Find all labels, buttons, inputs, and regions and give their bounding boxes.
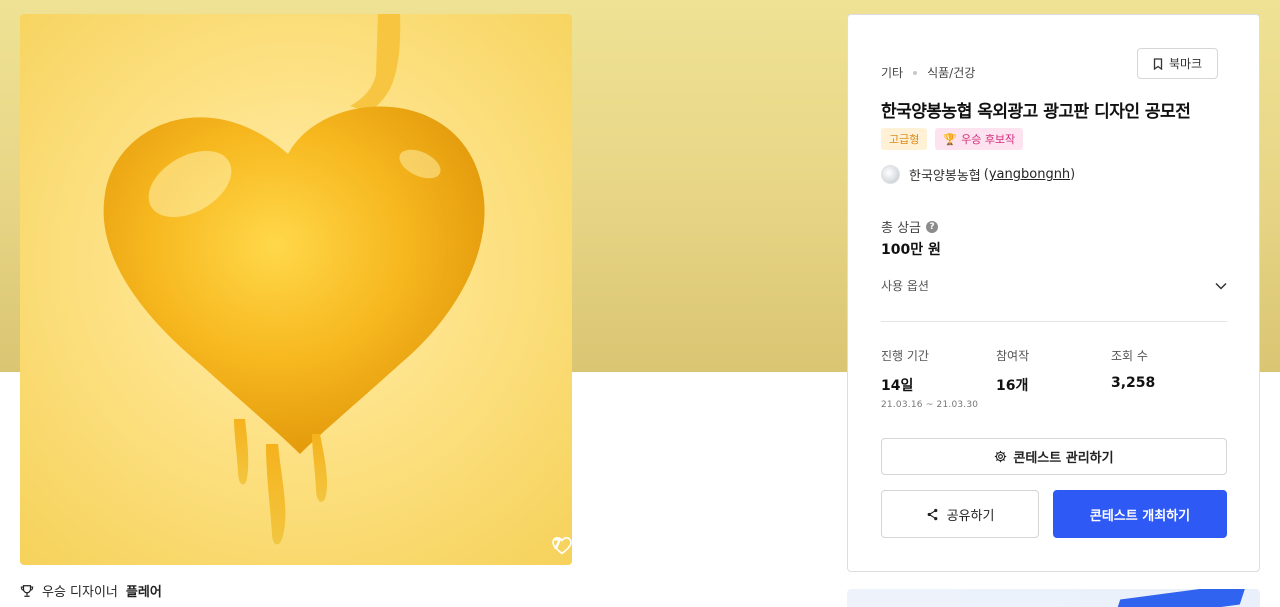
options-label: 사용 옵션 xyxy=(881,279,929,293)
winner-name[interactable]: 플레어 xyxy=(126,581,162,600)
stat-entries: 참여작 16개 xyxy=(996,347,1029,395)
host-id[interactable]: yangbongnh xyxy=(989,167,1070,182)
prize-label: 총 상금 xyxy=(881,221,922,236)
winner-designer: 우승 디자이너 플레어 xyxy=(20,581,162,600)
gear-icon xyxy=(995,450,1007,463)
bookmark-button[interactable]: 북마크 xyxy=(1137,48,1218,79)
help-icon[interactable]: ? xyxy=(926,220,939,233)
winner-label: 우승 디자이너 xyxy=(42,585,118,600)
breadcrumb: 기타 식품/건강 xyxy=(881,64,975,81)
host-info[interactable]: 한국양봉농협 (yangbongnh) xyxy=(881,165,1075,184)
period-range: 21.03.16 ~ 21.03.30 xyxy=(881,400,979,410)
period-label: 진행 기간 xyxy=(881,349,929,363)
bookmark-label: 북마크 xyxy=(1168,57,1203,71)
trophy-icon: 🏆 xyxy=(943,132,958,146)
bookmark-icon xyxy=(1153,57,1163,70)
contest-main-image[interactable]: 7 xyxy=(20,14,572,565)
share-label: 공유하기 xyxy=(946,508,995,524)
share-icon xyxy=(927,508,937,520)
host-contest-label: 콘테스트 개최하기 xyxy=(1089,508,1191,524)
share-button[interactable]: 공유하기 xyxy=(881,490,1039,538)
avatar xyxy=(881,165,900,184)
heart-outline-icon xyxy=(552,537,572,555)
entries-value: 16개 xyxy=(996,378,1029,394)
badge-group: 고급형 🏆 우승 후보작 xyxy=(881,128,1024,150)
contest-info-panel: 기타 식품/건강 북마크 한국양봉농협 옥외광고 광고판 디자인 공모전 고급형… xyxy=(847,14,1260,572)
promo-decoration xyxy=(1113,589,1247,607)
grade-badge: 고급형 xyxy=(881,128,928,150)
honey-heart-illustration xyxy=(103,14,485,545)
views-label: 조회 수 xyxy=(1111,349,1148,363)
winner-candidate-badge: 🏆 우승 후보작 xyxy=(935,128,1024,150)
manage-contest-label: 콘테스트 관리하기 xyxy=(1013,451,1114,466)
breadcrumb-category[interactable]: 기타 xyxy=(881,64,903,81)
stat-period: 진행 기간 14일 21.03.16 ~ 21.03.30 xyxy=(881,347,978,410)
options-dropdown[interactable]: 사용 옵션 xyxy=(881,277,1227,294)
chevron-down-icon xyxy=(1215,282,1227,290)
host-name: 한국양봉농협 xyxy=(909,169,981,184)
breadcrumb-separator xyxy=(913,70,918,75)
views-value: 3,258 xyxy=(1111,375,1156,391)
entries-label: 참여작 xyxy=(996,349,1030,363)
divider xyxy=(881,321,1227,322)
winner-candidate-label: 우승 후보작 xyxy=(961,133,1016,146)
breadcrumb-subcategory[interactable]: 식품/건강 xyxy=(927,64,975,81)
like-button[interactable]: 7 xyxy=(552,537,572,555)
host-id-wrapper: (yangbongnh) xyxy=(983,167,1076,182)
prize-label-row: 총 상금 ? xyxy=(881,217,939,236)
host-contest-button[interactable]: 콘테스트 개최하기 xyxy=(1053,490,1227,538)
contest-title: 한국양봉농협 옥외광고 광고판 디자인 공모전 xyxy=(881,102,1191,122)
stat-views: 조회 수 3,258 xyxy=(1111,347,1155,391)
trophy-icon xyxy=(20,584,34,597)
promo-banner[interactable] xyxy=(847,589,1260,607)
period-value: 14일 xyxy=(881,378,914,394)
manage-contest-button[interactable]: 콘테스트 관리하기 xyxy=(881,438,1227,475)
prize-value: 100만 원 xyxy=(881,242,941,258)
